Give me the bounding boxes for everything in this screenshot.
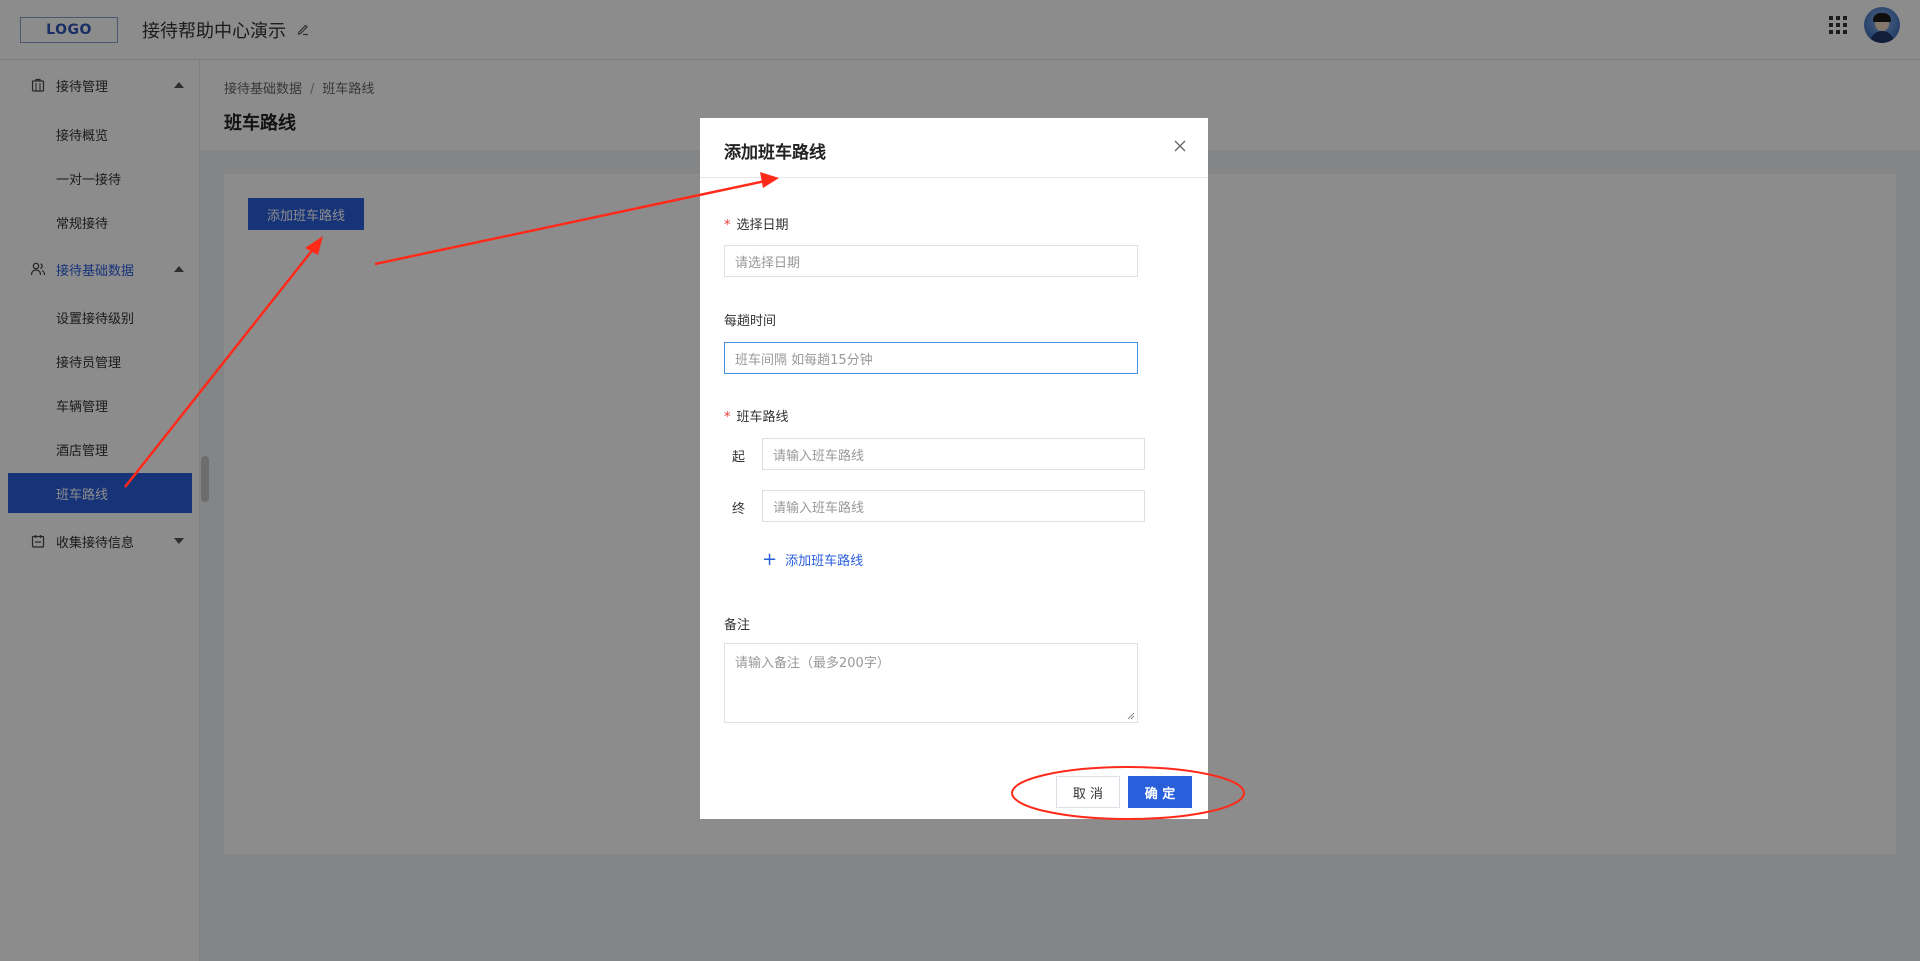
close-icon[interactable] bbox=[1172, 138, 1188, 154]
plus-icon: + bbox=[762, 548, 778, 570]
remark-placeholder: 请输入备注（最多200字） bbox=[735, 656, 890, 671]
route-label: * 班车路线 bbox=[724, 406, 789, 425]
cancel-button[interactable]: 取 消 bbox=[1056, 776, 1120, 808]
route-end-input[interactable]: 请输入班车路线 bbox=[762, 490, 1145, 522]
date-label: * 选择日期 bbox=[724, 214, 789, 233]
add-route-label: 添加班车路线 bbox=[785, 554, 864, 569]
resize-handle-icon[interactable] bbox=[1127, 712, 1135, 720]
route-start-input[interactable]: 请输入班车路线 bbox=[762, 438, 1145, 470]
interval-input[interactable]: 班车间隔 如每趟15分钟 bbox=[724, 342, 1138, 374]
date-label-text: 选择日期 bbox=[736, 218, 789, 233]
add-route-link[interactable]: + 添加班车路线 bbox=[762, 550, 863, 569]
required-mark: * bbox=[724, 410, 731, 425]
confirm-button[interactable]: 确 定 bbox=[1128, 776, 1192, 808]
modal-title: 添加班车路线 bbox=[724, 143, 826, 163]
end-label: 终 bbox=[732, 502, 746, 517]
interval-label: 每趟时间 bbox=[724, 314, 777, 329]
remark-textarea[interactable]: 请输入备注（最多200字） bbox=[724, 643, 1138, 723]
add-route-modal: 添加班车路线 * 选择日期 请选择日期 每趟时间 班车间隔 如每趟15分钟 * 班车… bbox=[700, 118, 1208, 819]
remark-label: 备注 bbox=[724, 618, 751, 633]
route-label-text: 班车路线 bbox=[736, 410, 789, 425]
required-mark: * bbox=[724, 218, 731, 233]
modal-header: 添加班车路线 bbox=[700, 118, 1208, 178]
start-label: 起 bbox=[732, 450, 746, 465]
date-picker-input[interactable]: 请选择日期 bbox=[724, 245, 1138, 277]
